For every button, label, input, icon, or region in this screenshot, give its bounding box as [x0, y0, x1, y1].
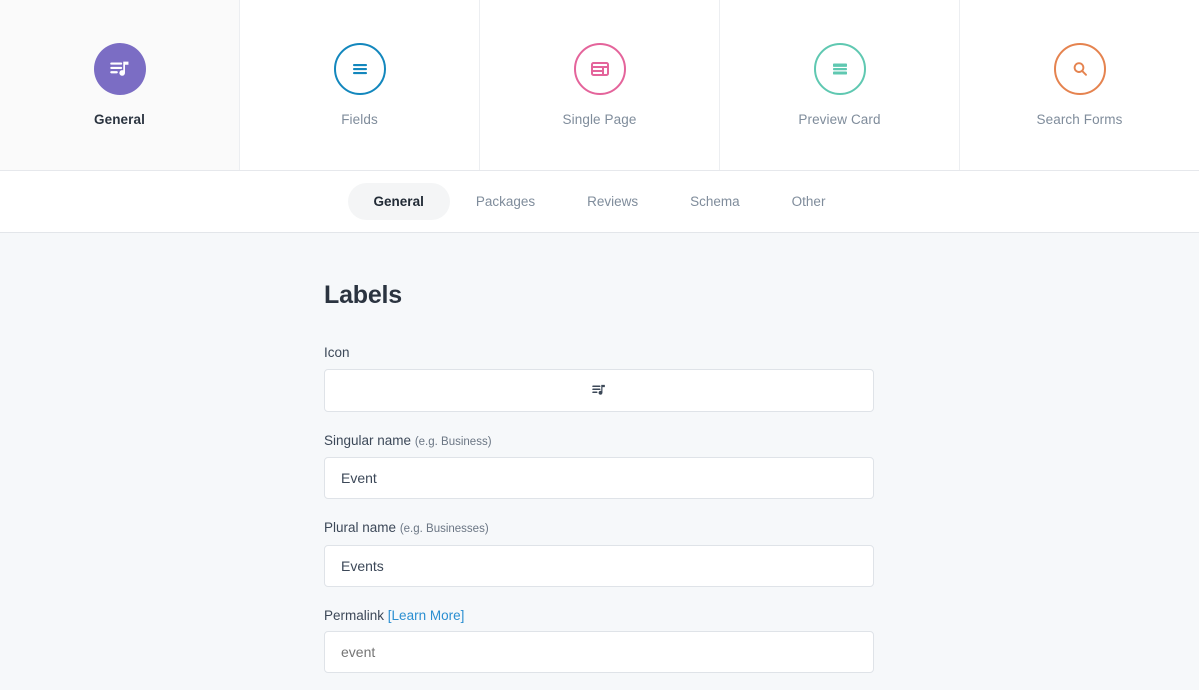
playlist-music-icon	[93, 43, 146, 96]
singular-name-input[interactable]	[324, 457, 874, 499]
field-singular-name: Singular name (e.g. Business)	[324, 432, 874, 499]
tab-other[interactable]: Other	[766, 183, 852, 221]
field-singular-name-label: Singular name (e.g. Business)	[324, 432, 874, 449]
field-plural-name: Plural name (e.g. Businesses)	[324, 521, 874, 587]
field-icon-label: Icon	[324, 346, 874, 360]
primary-tab-general[interactable]: General	[0, 0, 240, 170]
playlist-music-icon	[590, 381, 608, 399]
preview-card-icon	[813, 43, 866, 96]
field-singular-name-label-text: Singular name	[324, 432, 412, 448]
primary-tab-preview-card[interactable]: Preview Card	[720, 0, 960, 170]
search-icon	[1053, 43, 1106, 96]
tab-reviews[interactable]: Reviews	[561, 183, 664, 221]
primary-tab-label: General	[94, 112, 145, 128]
primary-tab-single-page[interactable]: Single Page	[480, 0, 720, 170]
secondary-tab-list: General Packages Reviews Schema Other	[347, 182, 852, 221]
primary-tab-strip: General Fields Single Page Preview Card …	[0, 0, 1199, 171]
field-plural-name-label: Plural name (e.g. Businesses)	[324, 521, 874, 536]
primary-tab-label: Preview Card	[798, 112, 881, 128]
primary-tab-fields[interactable]: Fields	[240, 0, 480, 170]
main-content: Labels Icon Singular name (e.g. Business…	[0, 233, 1199, 690]
field-permalink-label: Permalink [Learn More]	[324, 607, 874, 623]
icon-picker-input[interactable]	[324, 368, 874, 412]
tab-general[interactable]: General	[347, 182, 450, 221]
field-permalink-label-text: Permalink	[324, 607, 385, 623]
hamburger-list-icon	[333, 43, 386, 96]
plural-name-input[interactable]	[324, 544, 874, 587]
secondary-tab-bar: General Packages Reviews Schema Other	[0, 171, 1199, 233]
primary-tab-search-forms[interactable]: Search Forms	[960, 0, 1199, 170]
field-plural-name-label-text: Plural name	[324, 520, 397, 535]
field-plural-name-hint: (e.g. Businesses)	[399, 523, 489, 535]
page-title: Labels	[324, 281, 402, 309]
layout-page-icon	[573, 43, 626, 96]
tab-packages[interactable]: Packages	[450, 183, 561, 221]
tab-schema[interactable]: Schema	[664, 183, 766, 221]
labels-form: Labels Icon Singular name (e.g. Business…	[324, 233, 874, 673]
field-icon: Icon	[324, 346, 874, 412]
field-singular-name-hint: (e.g. Business)	[414, 435, 492, 448]
field-permalink: Permalink [Learn More]	[324, 607, 874, 673]
field-icon-label-text: Icon	[324, 345, 350, 360]
learn-more-link[interactable]: [Learn More]	[388, 608, 465, 623]
primary-tab-label: Fields	[341, 112, 378, 128]
primary-tab-label: Search Forms	[1036, 112, 1123, 128]
primary-tab-label: Single Page	[562, 112, 637, 128]
permalink-input[interactable]	[324, 631, 874, 673]
